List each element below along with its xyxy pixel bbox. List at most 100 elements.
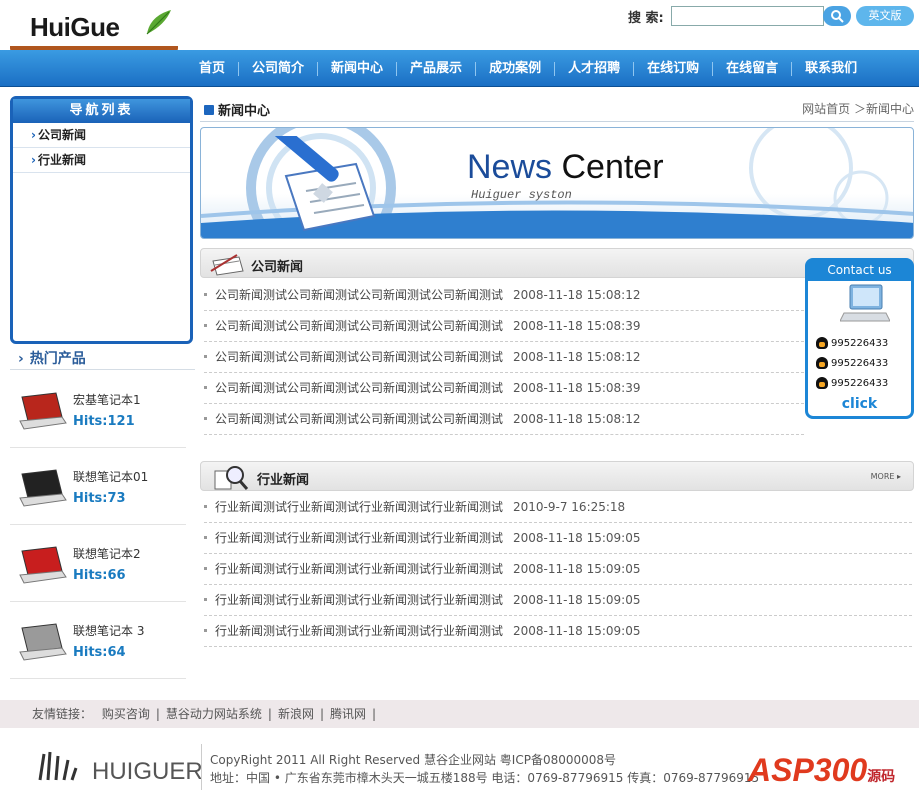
qq-number: 995226433 [831,378,889,389]
page-title: 新闻中心 [204,100,270,119]
industry-news-title: 行业新闻 [257,473,310,488]
search-button[interactable] [823,6,851,26]
footer-copyright: CopyRight 2011 All Right Reserved 慧谷企业网站… [210,753,617,767]
footer-address: 地址：中国 • 广东省东莞市樟木头天一城五楼188号 电话：0769-87796… [210,771,760,785]
news-title[interactable]: 公司新闻测试公司新闻测试公司新闻测试公司新闻测试 [215,319,503,333]
search-label: 搜 索: [628,11,664,26]
news-title[interactable]: 行业新闻测试行业新闻测试行业新闻测试行业新闻测试 [215,593,503,607]
laptop-thumbnail[interactable] [16,622,68,662]
nav-item-3[interactable]: 产品展示 [396,61,475,76]
product-hits: Hits:66 [73,568,126,583]
link-separator: | [319,707,325,721]
news-title[interactable]: 公司新闻测试公司新闻测试公司新闻测试公司新闻测试 [215,288,503,302]
laptop-thumbnail[interactable] [16,468,68,508]
site-logo[interactable]: HuiGue [30,12,120,43]
news-item[interactable]: 公司新闻测试公司新闻测试公司新闻测试公司新闻测试 2008-11-18 15:08… [204,280,804,311]
news-title[interactable]: 公司新闻测试公司新闻测试公司新闻测试公司新闻测试 [215,350,503,364]
news-title[interactable]: 行业新闻测试行业新闻测试行业新闻测试行业新闻测试 [215,531,503,545]
news-item[interactable]: 公司新闻测试公司新闻测试公司新闻测试公司新闻测试 2008-11-18 15:08… [204,311,804,342]
laptop-thumbnail[interactable] [16,391,68,431]
nav-item-2[interactable]: 新闻中心 [317,61,396,76]
bullet-dot-icon [204,536,207,539]
news-date: 2008-11-18 15:08:39 [513,319,641,333]
english-version-button[interactable]: 英文版 [856,6,914,26]
search-icon [831,10,844,23]
news-date: 2010-9-7 16:25:18 [513,500,626,514]
friend-link[interactable]: 慧谷动力网站系统 [166,707,262,721]
news-title[interactable]: 行业新闻测试行业新闻测试行业新闻测试行业新闻测试 [215,624,503,638]
bullet-dot-icon [204,629,207,632]
news-item[interactable]: 公司新闻测试公司新闻测试公司新闻测试公司新闻测试 2008-11-18 15:08… [204,342,804,373]
sidebar-item-label: 公司新闻 [37,128,86,142]
notepad-pen-icon [273,136,376,232]
news-title[interactable]: 公司新闻测试公司新闻测试公司新闻测试公司新闻测试 [215,381,503,395]
company-news-title: 公司新闻 [251,260,304,275]
qq-penguin-icon [816,377,828,389]
bullet-dot-icon [204,567,207,570]
sidebar-item-industry-news[interactable]: › 行业新闻 [13,148,190,173]
qq-contact-1[interactable]: 995226433 [816,337,888,349]
qq-contact-3[interactable]: 995226433 [816,377,888,389]
product-name[interactable]: 联想笔记本01 [73,468,148,485]
product-item[interactable]: 联想笔记本 3 Hits:64 [10,602,186,679]
news-item[interactable]: 行业新闻测试行业新闻测试行业新闻测试行业新闻测试 2010-9-7 16:25:1… [204,492,912,523]
contact-click-link[interactable]: click [808,396,911,412]
more-link[interactable]: MORE ▸ [871,472,901,481]
link-separator: | [155,707,160,721]
bullet-dot-icon [204,293,207,296]
friend-link[interactable]: 购买咨询 [102,707,150,721]
news-item[interactable]: 行业新闻测试行业新闻测试行业新闻测试行业新闻测试 2008-11-18 15:09… [204,585,912,616]
footer-divider [201,744,202,790]
news-date: 2008-11-18 15:08:12 [513,412,641,426]
main-nav: 首页 公司简介 新闻中心 产品展示 成功案例 人才招聘 在线订购 在线留言 联系我们 [0,50,919,87]
sidebar-item-company-news[interactable]: › 公司新闻 [13,123,190,148]
nav-item-8[interactable]: 联系我们 [791,61,870,76]
news-item[interactable]: 行业新闻测试行业新闻测试行业新闻测试行业新闻测试 2008-11-18 15:09… [204,554,912,585]
qq-number: 995226433 [831,358,889,369]
news-item[interactable]: 行业新闻测试行业新闻测试行业新闻测试行业新闻测试 2008-11-18 15:09… [204,523,912,554]
footer-logo-name: HUIGUER [92,758,203,785]
nav-item-6[interactable]: 在线订购 [633,61,712,76]
news-date: 2008-11-18 15:08:12 [513,288,641,302]
nav-item-7[interactable]: 在线留言 [712,61,791,76]
product-item[interactable]: 联想笔记本01 Hits:73 [10,448,186,525]
search-input[interactable] [671,6,824,26]
news-item[interactable]: 行业新闻测试行业新闻测试行业新闻测试行业新闻测试 2008-11-18 15:09… [204,616,912,647]
nav-items: 首页 公司简介 新闻中心 产品展示 成功案例 人才招聘 在线订购 在线留言 联系我们 [186,50,870,87]
news-item[interactable]: 公司新闻测试公司新闻测试公司新闻测试公司新闻测试 2008-11-18 15:08… [204,404,804,435]
news-item[interactable]: 公司新闻测试公司新闻测试公司新闻测试公司新闻测试 2008-11-18 15:08… [204,373,804,404]
chevron-right-icon: › [31,153,36,167]
nav-item-5[interactable]: 人才招聘 [554,61,633,76]
product-name[interactable]: 宏基笔记本1 [73,391,141,408]
breadcrumb-path[interactable]: 网站首页 ＞新闻中心 [802,100,914,117]
friend-link[interactable]: 腾讯网 [330,707,366,721]
sidebar-item-label: 行业新闻 [37,153,86,167]
contact-us-title: Contact us [808,261,911,281]
qq-contact-2[interactable]: 995226433 [816,357,888,369]
news-title[interactable]: 行业新闻测试行业新闻测试行业新闻测试行业新闻测试 [215,562,503,576]
qq-penguin-icon [816,357,828,369]
magnifier-document-icon [214,466,249,490]
watermark-logo: ASP300源码 [748,752,895,789]
product-hits: Hits:73 [73,491,126,506]
nav-item-4[interactable]: 成功案例 [475,61,554,76]
top-header: HuiGue 搜 索: 英文版 [0,0,919,54]
friend-link[interactable]: 新浪网 [278,707,314,721]
product-item[interactable]: 宏基笔记本1 Hits:121 [10,371,186,448]
product-hits: Hits:121 [73,414,135,429]
nav-item-1[interactable]: 公司简介 [238,61,317,76]
contact-us-box: Contact us 995226433 995226433 995226433… [805,258,914,419]
page-title-text: 新闻中心 [218,104,271,119]
friend-links-bar: 友情链接： 购买咨询 | 慧谷动力网站系统 | 新浪网 | 腾讯网 | [0,700,919,728]
laptop-thumbnail[interactable] [16,545,68,585]
product-name[interactable]: 联想笔记本2 [73,545,141,562]
product-item[interactable]: 联想笔记本2 Hits:66 [10,525,186,602]
nav-item-0[interactable]: 首页 [186,61,238,76]
news-date: 2008-11-18 15:09:05 [513,531,641,545]
product-name[interactable]: 联想笔记本 3 [73,622,144,639]
hot-products-label: 热门产品 [29,351,86,367]
friend-links-list: 购买咨询 | 慧谷动力网站系统 | 新浪网 | 腾讯网 | [102,707,382,721]
news-title[interactable]: 公司新闻测试公司新闻测试公司新闻测试公司新闻测试 [215,412,503,426]
news-title[interactable]: 行业新闻测试行业新闻测试行业新闻测试行业新闻测试 [215,500,503,514]
friend-links-label: 友情链接： [32,707,93,721]
